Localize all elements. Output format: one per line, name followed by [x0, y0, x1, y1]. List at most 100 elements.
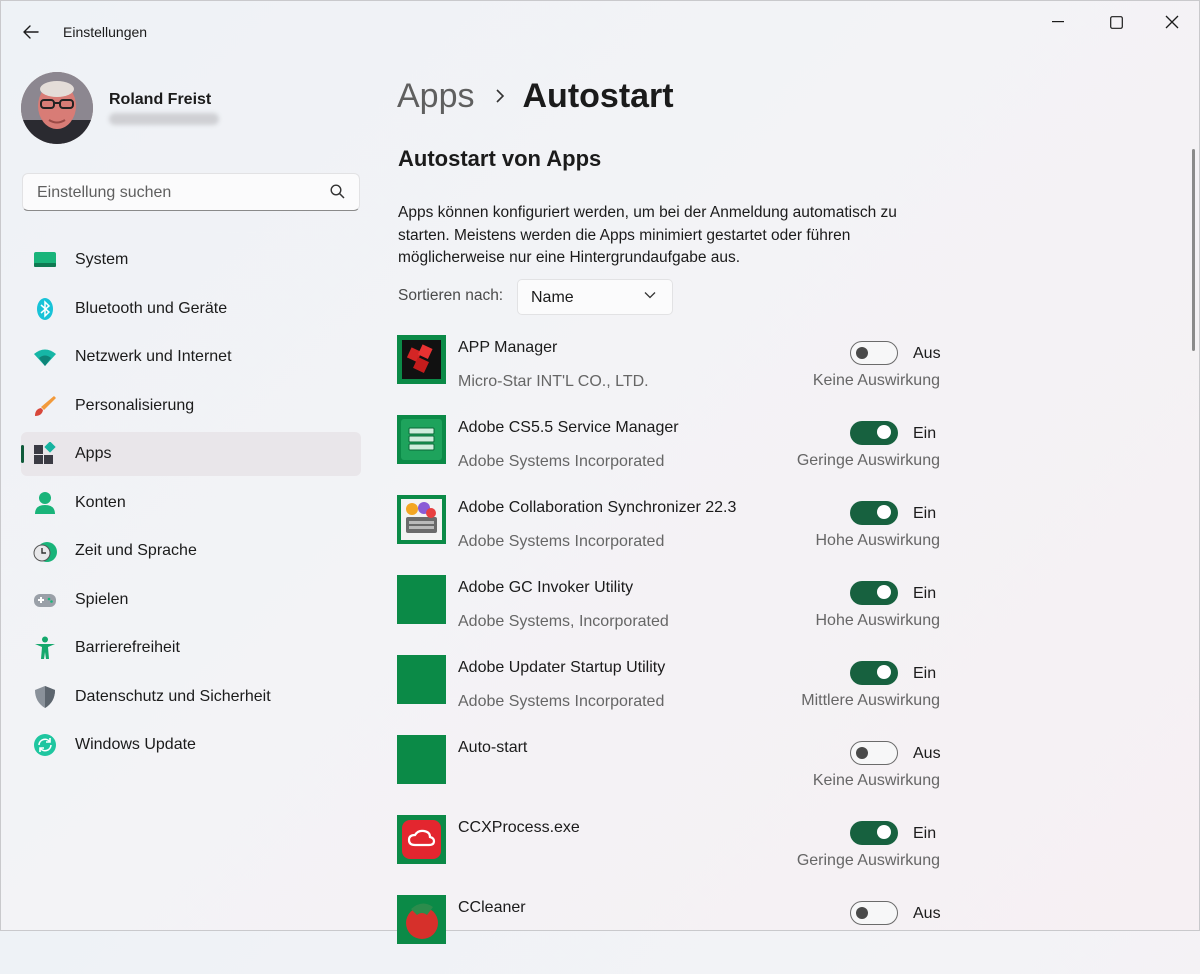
settings-window: Einstellungen Roland Freist Einstellung … — [0, 0, 1200, 944]
sidebar-item-label: Bluetooth und Geräte — [75, 299, 228, 317]
toggle-knob — [877, 585, 891, 599]
toggle-state-label: Aus — [913, 905, 941, 922]
search-icon[interactable] — [330, 184, 345, 199]
app-publisher: Adobe Systems Incorporated — [458, 453, 665, 470]
clock-globe-icon — [33, 542, 57, 562]
sidebar-item-label: System — [75, 251, 129, 268]
toggle-knob — [856, 747, 868, 759]
sidebar-item-label: Windows Update — [75, 736, 196, 753]
sort-selected-value: Name — [531, 289, 574, 306]
brush-icon — [35, 395, 56, 416]
app-name: CCleaner — [458, 899, 526, 916]
startup-toggle[interactable] — [850, 501, 898, 525]
profile-email-blurred — [109, 113, 219, 125]
chevron-right-icon — [495, 89, 504, 103]
app-name: Auto-start — [458, 739, 528, 756]
sidebar-item-label: Spielen — [75, 590, 129, 608]
startup-impact: Geringe Auswirkung — [796, 852, 940, 869]
window-title: Einstellungen — [63, 24, 148, 40]
app-publisher: Adobe Systems Incorporated — [458, 533, 665, 550]
startup-impact: Hohe Auswirkung — [815, 532, 940, 549]
close-icon — [1165, 15, 1179, 29]
shield-icon — [35, 685, 55, 708]
sidebar-item-apps[interactable]: Apps — [21, 432, 361, 476]
app-name: Adobe GC Invoker Utility — [458, 579, 634, 596]
startup-toggle[interactable] — [850, 741, 898, 765]
sidebar-item-system[interactable]: System — [21, 238, 361, 282]
minimize-icon — [1052, 21, 1064, 23]
startup-toggle[interactable] — [850, 901, 898, 925]
maximize-icon — [1109, 15, 1123, 29]
sidebar-item-label: Apps — [75, 445, 112, 462]
list-item: Adobe Collaboration Synchronizer 22.3 Ad… — [397, 494, 943, 574]
toggle-knob — [877, 425, 891, 439]
breadcrumb-parent[interactable]: Apps — [397, 77, 475, 116]
toggle-state-label: Aus — [913, 345, 941, 362]
app-name: Adobe Collaboration Synchronizer 22.3 — [458, 499, 737, 516]
toggle-knob — [877, 505, 891, 519]
startup-toggle[interactable] — [850, 821, 898, 845]
list-item: APP Manager Micro-Star INT'L CO., LTD. A… — [397, 334, 943, 414]
account-icon — [35, 491, 55, 514]
startup-impact: Keine Auswirkung — [812, 772, 940, 789]
user-profile[interactable]: Roland Freist — [21, 71, 219, 145]
toggle-knob — [856, 907, 868, 919]
sidebar-item-label: Zeit und Sprache — [75, 542, 197, 559]
title-bar: Einstellungen — [1, 1, 1200, 61]
toggle-state-label: Ein — [913, 425, 937, 442]
toggle-state-label: Aus — [913, 745, 941, 762]
list-item: CCleaner Aus — [397, 894, 943, 974]
search-input[interactable] — [35, 174, 329, 212]
sidebar-item-privacy-security[interactable]: Datenschutz und Sicherheit — [21, 675, 361, 719]
chevron-down-icon — [644, 292, 656, 299]
generic-app-icon — [397, 735, 446, 784]
app-manager-icon — [397, 335, 446, 384]
update-icon — [34, 734, 56, 756]
scrollbar-thumb[interactable] — [1192, 149, 1195, 351]
close-button[interactable] — [1149, 7, 1195, 37]
adobe-sync-icon — [397, 495, 446, 544]
minimize-button[interactable] — [1035, 7, 1081, 37]
sidebar-item-personalization[interactable]: Personalisierung — [21, 384, 361, 428]
sort-label: Sortieren nach: — [398, 287, 504, 304]
breadcrumb: Apps Autostart — [397, 71, 674, 121]
startup-app-list: APP Manager Micro-Star INT'L CO., LTD. A… — [397, 334, 943, 974]
settings-search — [22, 173, 360, 212]
toggle-state-label: Ein — [913, 505, 937, 522]
sort-dropdown[interactable]: Name — [517, 279, 673, 315]
startup-impact: Geringe Auswirkung — [796, 452, 940, 469]
back-button[interactable] — [15, 17, 47, 47]
sidebar-item-accounts[interactable]: Konten — [21, 481, 361, 525]
bluetooth-icon — [37, 297, 53, 320]
sidebar-item-time-language[interactable]: Zeit und Sprache — [21, 529, 361, 573]
sidebar-item-label: Datenschutz und Sicherheit — [75, 687, 271, 705]
toggle-state-label: Ein — [913, 825, 937, 842]
sidebar-item-network[interactable]: Netzwerk und Internet — [21, 335, 361, 379]
breadcrumb-separator — [495, 88, 505, 104]
section-title: Autostart von Apps — [398, 146, 602, 171]
app-publisher: Adobe Systems Incorporated — [458, 693, 665, 710]
sidebar-item-label: Netzwerk und Internet — [75, 348, 232, 365]
maximize-button[interactable] — [1093, 7, 1139, 37]
app-name: APP Manager — [458, 339, 558, 356]
sidebar-item-accessibility[interactable]: Barrierefreiheit — [21, 626, 361, 670]
system-icon — [34, 252, 56, 267]
sidebar-item-gaming[interactable]: Spielen — [21, 578, 361, 622]
sidebar-nav: System Bluetooth und Geräte Netzwerk und… — [21, 238, 361, 772]
avatar — [21, 72, 93, 144]
sidebar-item-label: Personalisierung — [75, 396, 195, 414]
sidebar-item-bluetooth[interactable]: Bluetooth und Geräte — [21, 287, 361, 331]
startup-toggle[interactable] — [850, 341, 898, 365]
startup-toggle[interactable] — [850, 581, 898, 605]
startup-impact: Keine Auswirkung — [812, 372, 940, 389]
startup-toggle[interactable] — [850, 421, 898, 445]
toggle-knob — [877, 665, 891, 679]
sidebar-item-windows-update[interactable]: Windows Update — [21, 723, 361, 767]
sidebar-item-label: Konten — [75, 493, 126, 511]
startup-toggle[interactable] — [850, 661, 898, 685]
startup-impact: Hohe Auswirkung — [815, 612, 940, 629]
list-item: Adobe Updater Startup Utility Adobe Syst… — [397, 654, 943, 734]
app-publisher: Micro-Star INT'L CO., LTD. — [458, 373, 649, 390]
list-item: CCXProcess.exe Ein Geringe Auswirkung — [397, 814, 943, 894]
page-title: Autostart — [522, 76, 674, 115]
